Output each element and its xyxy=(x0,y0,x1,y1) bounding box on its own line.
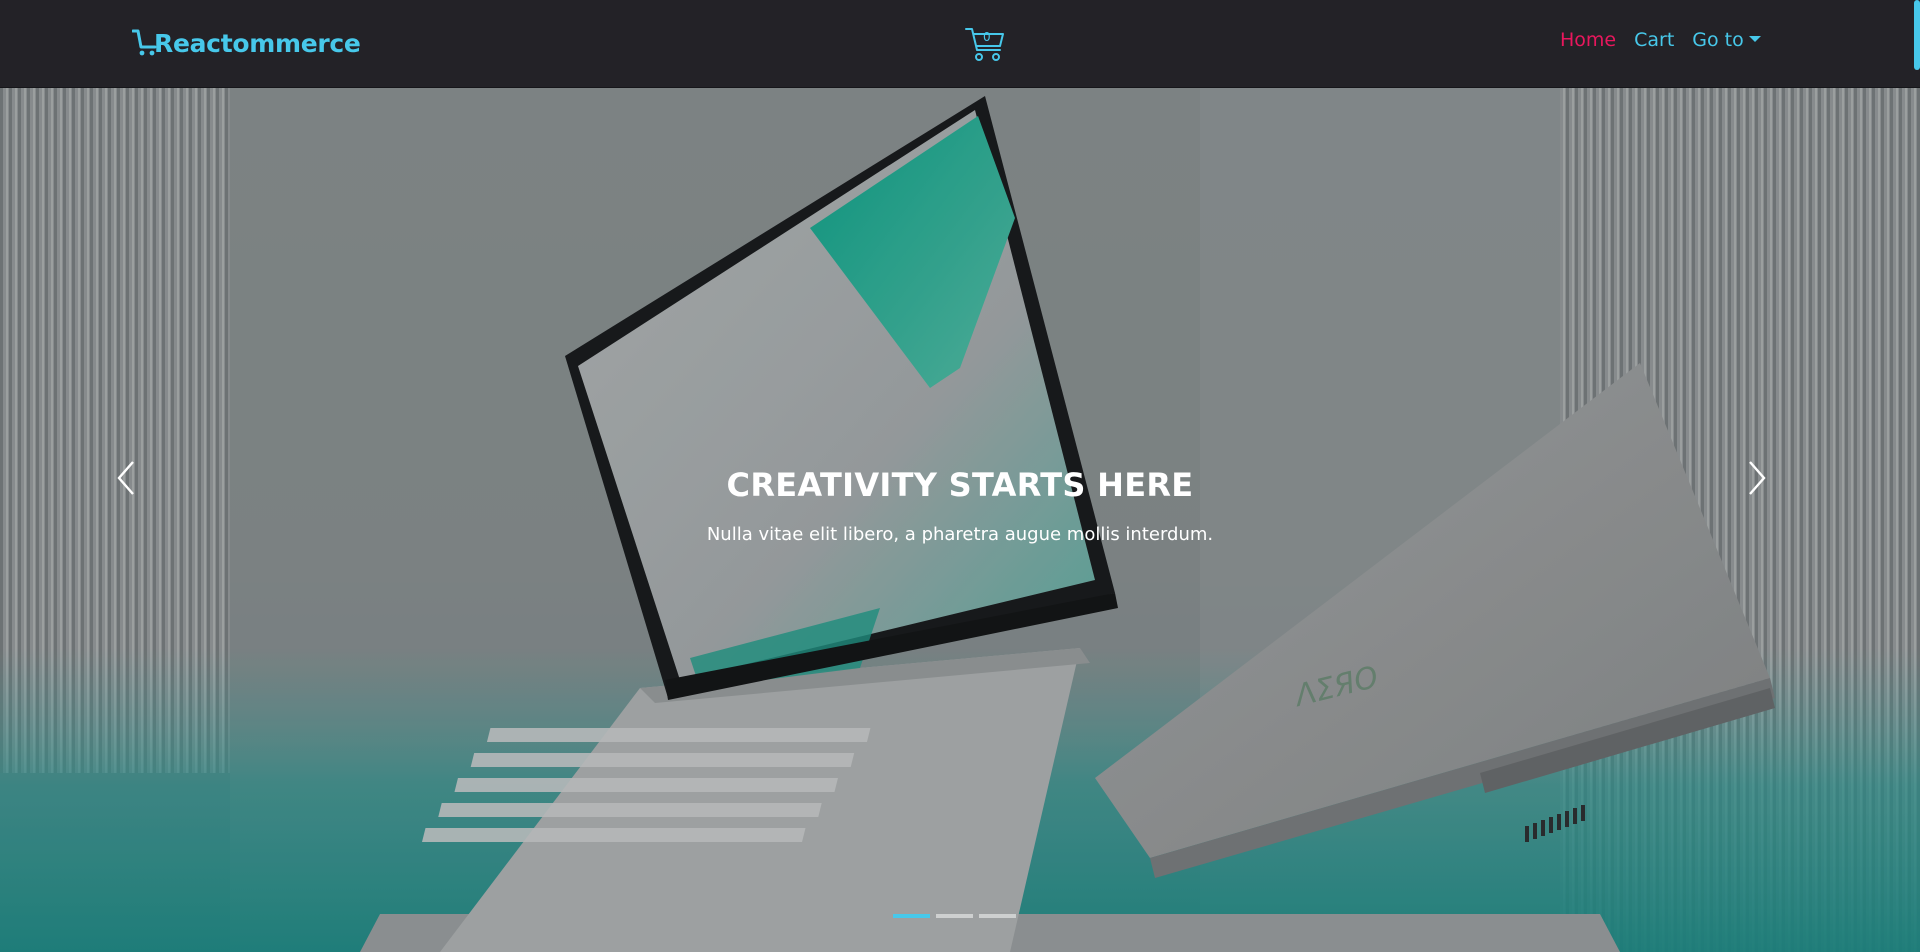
slide-title: CREATIVITY STARTS HERE xyxy=(726,466,1194,504)
scrollbar-thumb[interactable] xyxy=(1914,0,1920,70)
carousel-indicator[interactable] xyxy=(893,914,930,918)
nav-links: Home Cart Go to xyxy=(1560,29,1920,51)
slide-caption: CREATIVITY STARTS HERE Nulla vitae elit … xyxy=(0,466,1920,545)
cart-count: 0 xyxy=(983,30,991,44)
cart-button[interactable]: 0 xyxy=(963,24,1007,64)
nav-home-link[interactable]: Home xyxy=(1560,29,1616,51)
brand-link[interactable]: Reactommerce xyxy=(132,28,361,58)
carousel-indicators xyxy=(893,914,1022,918)
carousel-indicator[interactable] xyxy=(979,914,1016,918)
nav-cart-link[interactable]: Cart xyxy=(1634,29,1674,51)
caret-down-icon xyxy=(1748,35,1761,42)
chevron-left-icon xyxy=(117,461,134,495)
carousel-prev-button[interactable] xyxy=(113,458,173,518)
slide-subtitle: Nulla vitae elit libero, a pharetra augu… xyxy=(706,524,1214,545)
carousel-indicator[interactable] xyxy=(936,914,973,918)
brand-name: Reactommerce xyxy=(154,28,361,58)
navbar: Reactommerce 0 Home Cart Go to xyxy=(0,0,1920,88)
page: Reactommerce 0 Home Cart Go to ΛΣЯO CREA… xyxy=(0,0,1920,952)
chevron-right-icon xyxy=(1749,461,1766,495)
carousel-next-button[interactable] xyxy=(1740,458,1800,518)
nav-goto-dropdown[interactable]: Go to xyxy=(1692,29,1761,51)
hero-carousel: ΛΣЯO CREATIVITY STARTS HERE Nulla vitae … xyxy=(0,88,1920,952)
nav-goto-label: Go to xyxy=(1692,29,1744,51)
